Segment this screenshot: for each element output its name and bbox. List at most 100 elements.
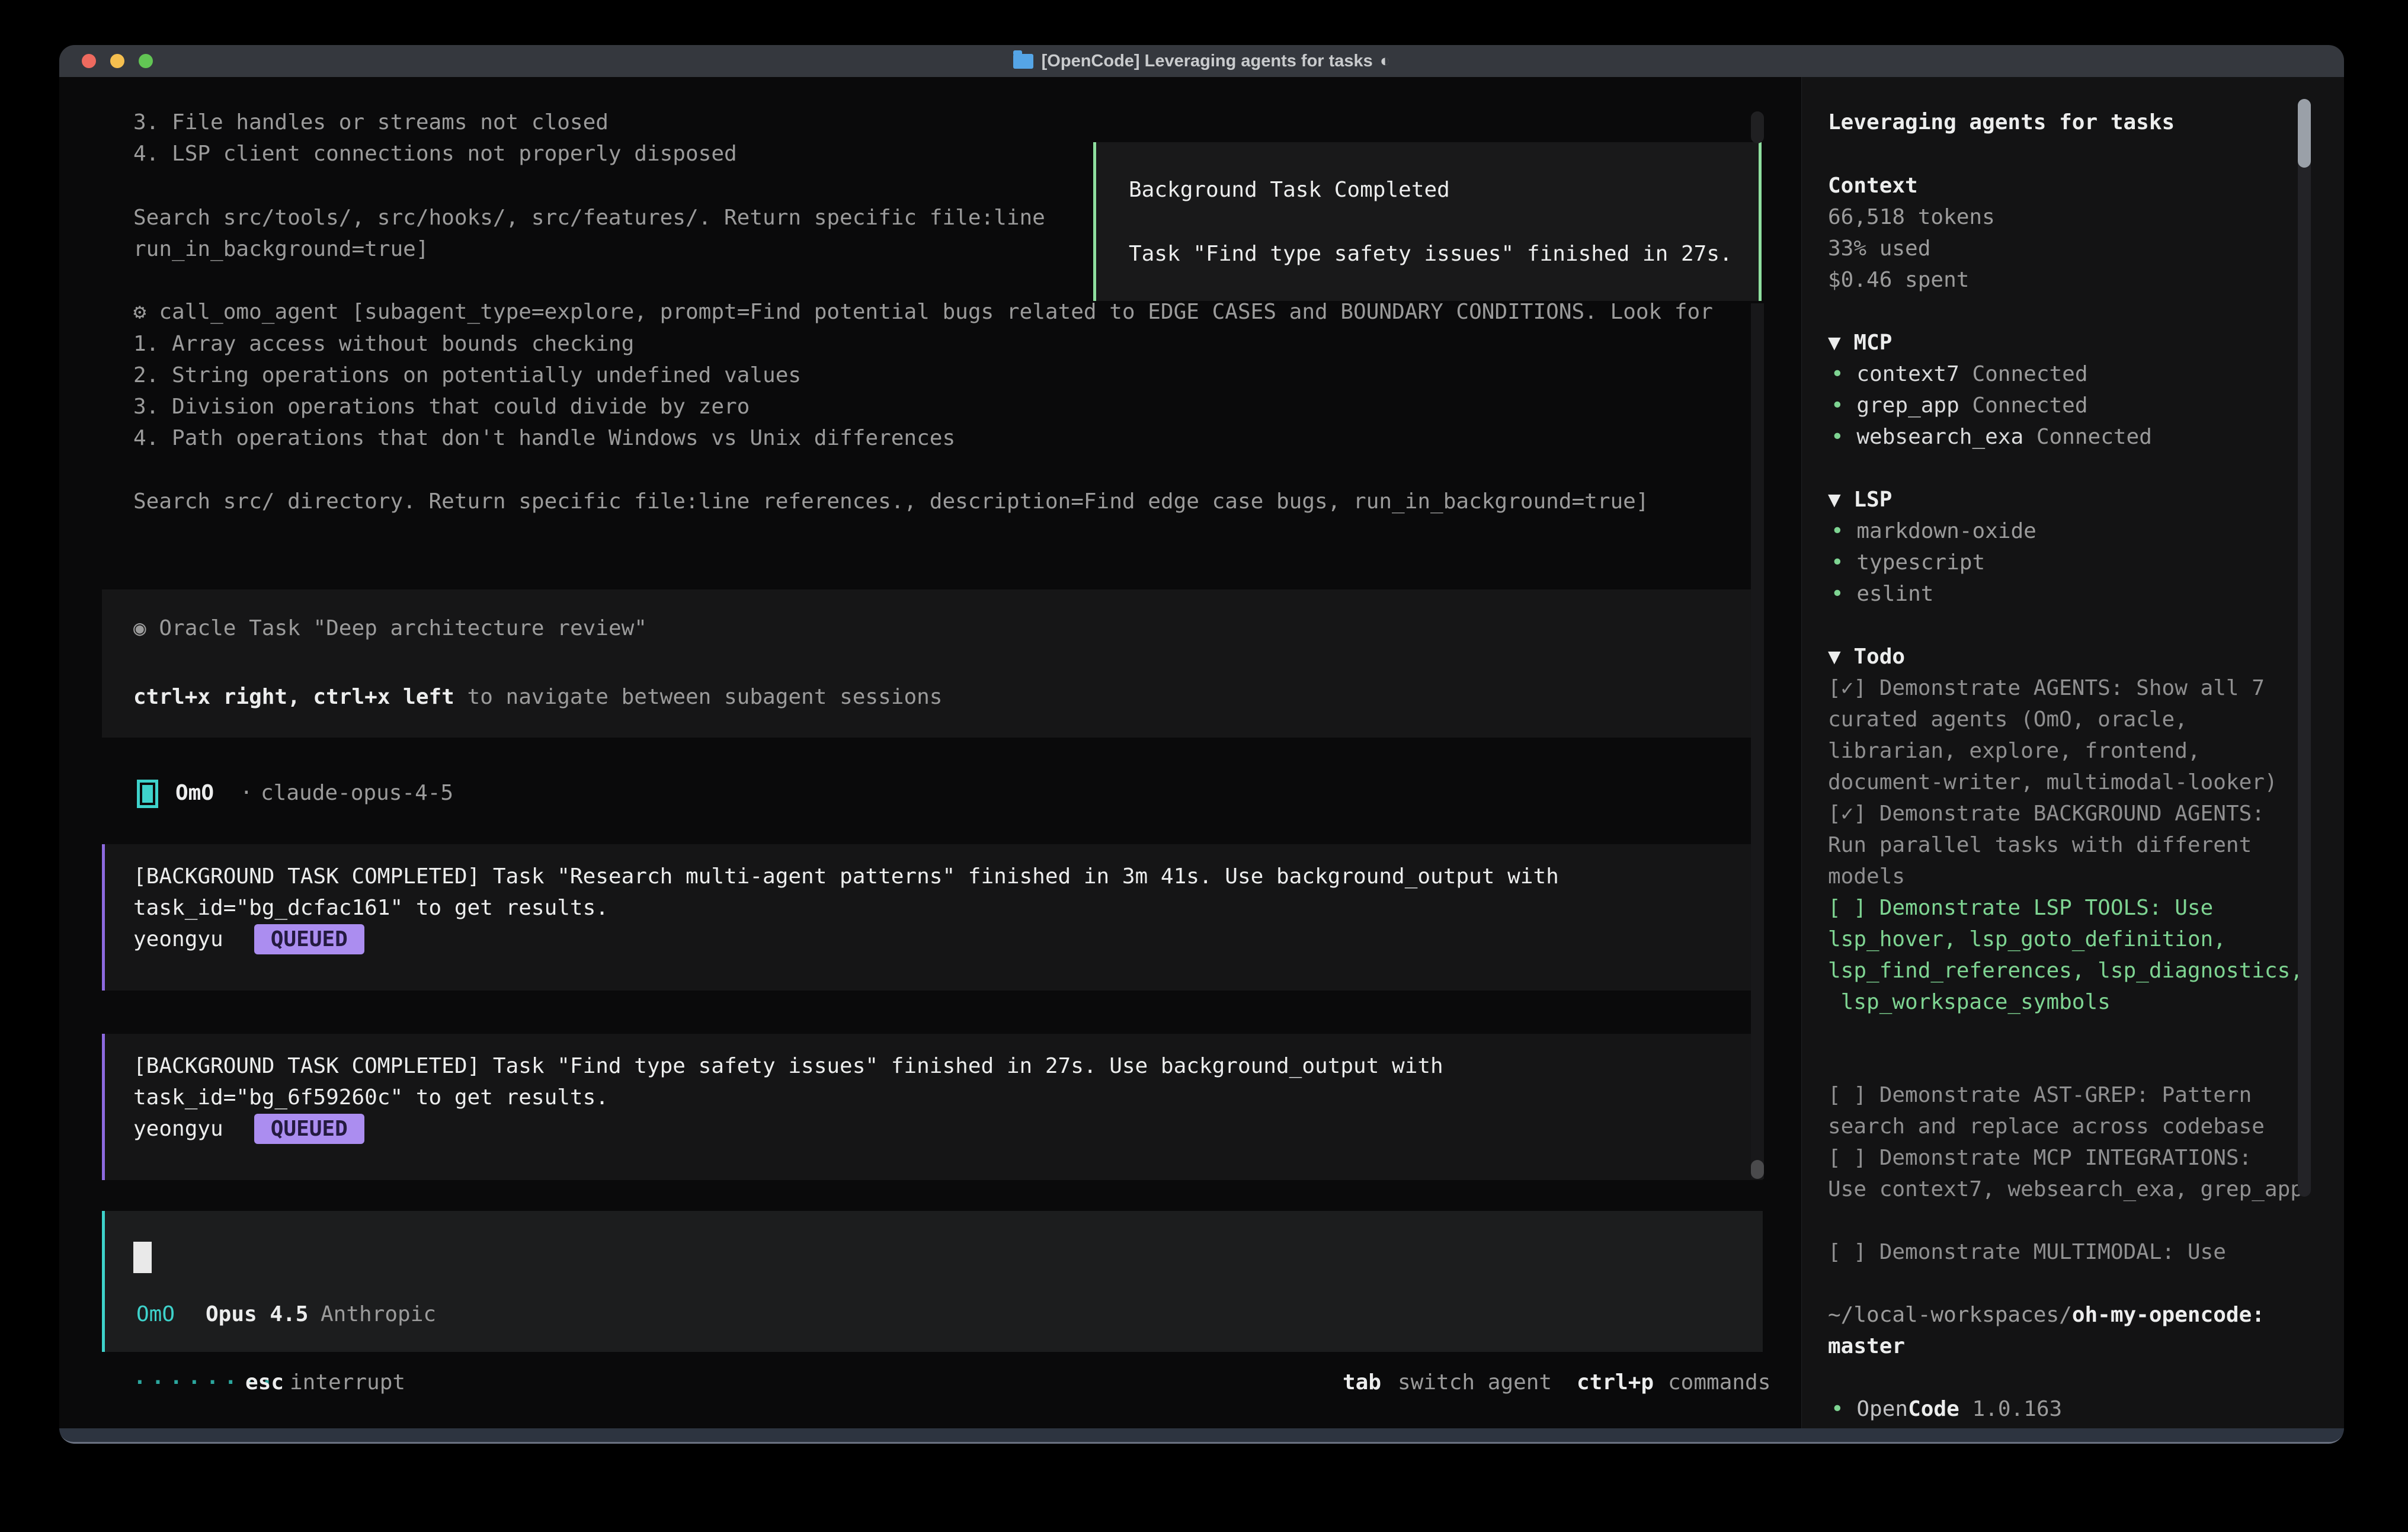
tool-call-item: 1. Array access without bounds checking: [133, 328, 634, 360]
output-line: Search src/tools/, src/hooks/, src/featu…: [133, 202, 1045, 233]
ctrlp-key-label: commands: [1668, 1367, 1770, 1398]
output-line: run_in_background=true]: [133, 233, 429, 265]
context-tokens: 66,518 tokens: [1828, 201, 1995, 233]
main-scrollbar-thumb[interactable]: [1751, 1160, 1764, 1179]
path-prefix: ~/local-workspaces/: [1828, 1303, 2072, 1327]
output-line: 4. LSP client connections not properly d…: [133, 138, 737, 169]
ctrlp-key-hint: ctrl+p: [1577, 1367, 1654, 1398]
todo-line: Use context7, websearch_exa, grep_app: [1828, 1174, 2303, 1205]
agent-icon: [137, 780, 158, 808]
titlebar: [OpenCode] Leveraging agents for tasks ◐: [59, 45, 2344, 77]
chevron-down-icon: ▼: [1828, 331, 1841, 355]
mcp-heading: MCP: [1853, 331, 1892, 355]
todo-line-active: lsp_find_references, lsp_diagnostics,: [1828, 955, 2303, 986]
mcp-status: Connected: [2036, 425, 2152, 449]
tool-call-text: call_omo_agent [subagent_type=explore, p…: [159, 300, 1713, 324]
todo-line: [✓] Demonstrate AGENTS: Show all 7: [1828, 672, 2265, 704]
oracle-hint-line: ctrl+x right, ctrl+x left to navigate be…: [133, 681, 1763, 713]
main-scrollbar-track[interactable]: [1751, 111, 1764, 143]
oracle-hint-rest: to navigate between subagent sessions: [454, 685, 943, 709]
bullet-icon: •: [1831, 362, 1844, 386]
mcp-name: context7: [1856, 362, 1959, 386]
todo-line: Run parallel tasks with different: [1828, 829, 2252, 861]
folder-icon: [1013, 54, 1033, 69]
mcp-item: • context7 Connected: [1831, 358, 2088, 390]
todo-line: curated agents (OmO, oracle,: [1828, 704, 2188, 735]
task-message: [BACKGROUND TASK COMPLETED] Task "Resear…: [102, 844, 1763, 991]
app-name-head: Open: [1856, 1397, 1908, 1421]
oracle-hint-keys: ctrl+x right, ctrl+x left: [133, 685, 454, 709]
mcp-name: websearch_exa: [1856, 425, 2023, 449]
task-line2: task_id="bg_6f59260c" to get results.: [133, 1082, 1763, 1113]
todo-line: [✓] Demonstrate BACKGROUND AGENTS:: [1828, 798, 2265, 829]
bullet-icon: •: [1831, 425, 1844, 449]
tab-key-label: switch agent: [1398, 1367, 1552, 1398]
task-line2: task_id="bg_dcfac161" to get results.: [133, 892, 1763, 924]
lsp-heading: LSP: [1853, 488, 1892, 512]
tool-call-closing: Search src/ directory. Return specific f…: [133, 486, 1649, 517]
chevron-down-icon: ▼: [1828, 488, 1841, 512]
context-heading: Context: [1828, 170, 1918, 201]
output-line: 3. File handles or streams not closed: [133, 107, 609, 138]
mcp-section-header[interactable]: ▼ MCP: [1828, 327, 1892, 358]
bullet-icon: •: [1831, 582, 1844, 606]
tool-call-item: 4. Path operations that don't handle Win…: [133, 422, 955, 454]
todo-line: [ ] Demonstrate AST-GREP: Pattern: [1828, 1079, 2252, 1111]
agent-separator: ·: [240, 777, 253, 809]
agent-name: OmO: [175, 777, 214, 809]
context-spent: $0.46 spent: [1828, 264, 1969, 296]
session-progress-icon: ◐: [1380, 52, 1391, 71]
esc-key-hint: esc: [245, 1367, 284, 1398]
gear-icon: ⚙: [133, 300, 146, 324]
todo-line: [ ] Demonstrate MCP INTEGRATIONS:: [1828, 1142, 2252, 1174]
todo-line: models: [1828, 861, 1905, 892]
todo-heading: Todo: [1853, 645, 1905, 669]
text-cursor: [133, 1242, 152, 1273]
todo-line: search and replace across codebase: [1828, 1111, 2265, 1142]
bullet-icon: •: [1831, 1397, 1844, 1421]
lsp-section-header[interactable]: ▼ LSP: [1828, 484, 1892, 515]
window-title: [OpenCode] Leveraging agents for tasks: [1042, 52, 1373, 71]
app-name-tail: Code: [1908, 1397, 1959, 1421]
mcp-status: Connected: [1972, 362, 2087, 386]
tool-call-item: 3. Division operations that could divide…: [133, 391, 750, 422]
oracle-title-line: ◉ Oracle Task "Deep architecture review": [133, 613, 1763, 644]
prompt-input[interactable]: OmO Opus 4.5 Anthropic: [102, 1211, 1763, 1352]
queued-badge: QUEUED: [254, 1114, 364, 1144]
bullet-icon: •: [1831, 393, 1844, 418]
todo-line: [ ] Demonstrate MULTIMODAL: Use: [1828, 1236, 2226, 1268]
minimize-button[interactable]: [110, 54, 124, 68]
workspace-path: ~/local-workspaces/oh-my-opencode:: [1828, 1299, 2265, 1331]
todo-line: librarian, explore, frontend,: [1828, 735, 2201, 767]
bullet-icon: •: [1831, 550, 1844, 575]
close-button[interactable]: [82, 54, 96, 68]
context-used: 33% used: [1828, 233, 1930, 264]
zoom-button[interactable]: [139, 54, 153, 68]
tool-call-item: 2. String operations on potentially unde…: [133, 360, 801, 391]
session-title: Leveraging agents for tasks: [1828, 107, 2175, 138]
input-agent: OmO: [136, 1299, 175, 1330]
input-provider: Anthropic: [321, 1299, 436, 1330]
queued-badge: QUEUED: [254, 924, 364, 954]
task-author: yeongyu: [133, 924, 223, 955]
lsp-name: typescript: [1856, 550, 1985, 575]
task-message: [BACKGROUND TASK COMPLETED] Task "Find t…: [102, 1034, 1763, 1180]
notification-body: Task "Find type safety issues" finished …: [1129, 238, 1738, 270]
input-model: Opus 4.5: [206, 1299, 308, 1330]
todo-section-header[interactable]: ▼ Todo: [1828, 641, 1905, 672]
mcp-name: grep_app: [1856, 393, 1959, 418]
app-version: 1.0.163: [1972, 1397, 2062, 1421]
lsp-item: • markdown-oxide: [1831, 515, 2036, 547]
chevron-down-icon: ▼: [1828, 645, 1841, 669]
notification-title: Background Task Completed: [1129, 174, 1738, 206]
opencode-window: [OpenCode] Leveraging agents for tasks ◐…: [59, 45, 2344, 1444]
mcp-item: • grep_app Connected: [1831, 390, 2088, 421]
sidebar-scrollbar-thumb[interactable]: [2298, 99, 2311, 168]
todo-line-active: [ ] Demonstrate LSP TOOLS: Use: [1828, 892, 2213, 924]
task-line1: [BACKGROUND TASK COMPLETED] Task "Find t…: [133, 1050, 1763, 1082]
main-scrollbar-track[interactable]: [1751, 303, 1764, 1179]
lsp-item: • typescript: [1831, 547, 1985, 578]
sidebar-scrollbar-track[interactable]: [2298, 99, 2311, 1197]
lsp-name: markdown-oxide: [1856, 519, 2036, 543]
task-author: yeongyu: [133, 1113, 223, 1145]
